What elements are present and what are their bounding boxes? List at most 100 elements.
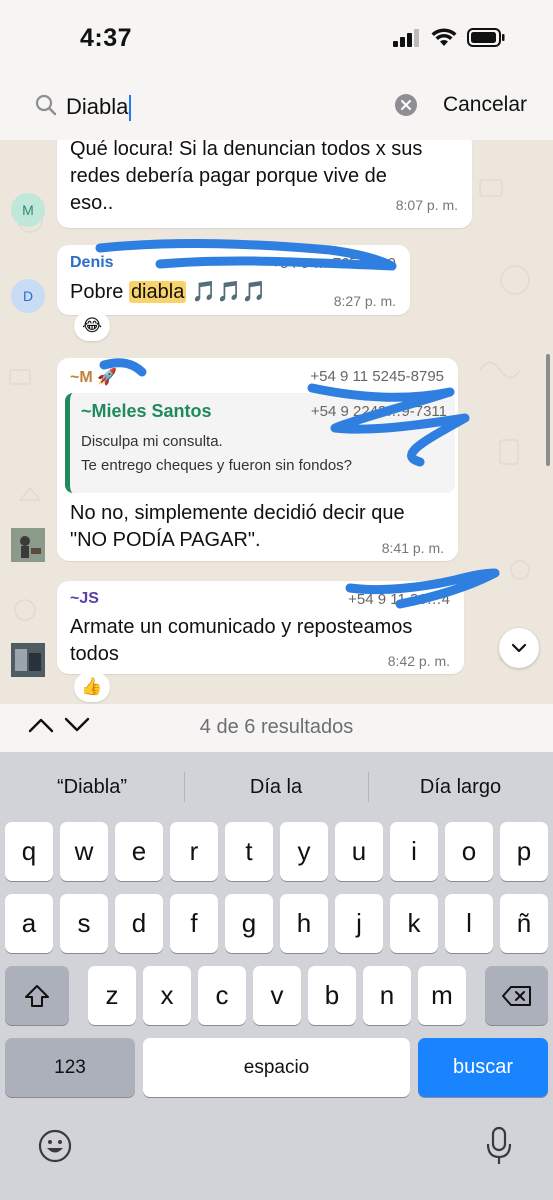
message-bubble[interactable]: Qué locura! Si la denuncian todos x sus …	[57, 140, 472, 228]
sender-name[interactable]: ~JS	[70, 590, 99, 608]
sender-name[interactable]: Denis	[70, 254, 114, 272]
shift-icon	[25, 984, 49, 1007]
reaction-badge[interactable]: 😂	[74, 311, 110, 341]
key-a[interactable]: a	[5, 894, 53, 953]
key-i[interactable]: i	[390, 822, 438, 881]
message-text-end: 🎵🎵🎵	[186, 281, 267, 303]
key-n[interactable]: n	[363, 966, 411, 1025]
search-match-highlight: diabla	[128, 281, 187, 303]
clear-search-button[interactable]	[395, 94, 417, 116]
key-h[interactable]: h	[280, 894, 328, 953]
profile-photo	[11, 528, 45, 562]
scroll-to-bottom-button[interactable]	[499, 628, 539, 668]
message-time: 8:07 p. m.	[395, 197, 458, 213]
message-line: Qué locura! Si la denuncian todos x sus	[70, 140, 423, 160]
message-time: 8:42 p. m.	[387, 653, 450, 669]
space-key[interactable]: espacio	[143, 1038, 410, 1097]
message-bubble[interactable]: Denis +54 9 … 765-8629 Pobre diabla 🎵🎵🎵 …	[57, 245, 410, 315]
quoted-line: Disculpa mi consulta.	[81, 433, 223, 450]
microphone-icon[interactable]	[485, 1126, 513, 1166]
status-icons	[393, 28, 505, 47]
sender-phone: +54 9 11 5245-8795	[310, 368, 444, 385]
search-results-bar: 4 de 6 resultados	[0, 704, 553, 752]
search-query: Diabla	[66, 94, 129, 119]
avatar-photo[interactable]	[11, 643, 45, 677]
avatar-photo[interactable]	[11, 528, 45, 562]
keyboard: “Diabla” Día la Día largo q w e r t y u …	[0, 752, 553, 1200]
suggestion-bar: “Diabla” Día la Día largo	[0, 752, 553, 822]
chat-area[interactable]: M Qué locura! Si la denuncian todos x su…	[0, 140, 553, 704]
text-caret	[129, 95, 132, 122]
key-p[interactable]: p	[500, 822, 548, 881]
key-o[interactable]: o	[445, 822, 493, 881]
message-bubble[interactable]: ~JS +54 9 11 36…4 Armate un comunicado y…	[57, 581, 464, 674]
sender-label: ~M	[70, 369, 93, 386]
message-time: 8:27 p. m.	[333, 293, 396, 309]
key-g[interactable]: g	[225, 894, 273, 953]
sender-name[interactable]: ~M 🚀	[70, 367, 117, 387]
shift-key[interactable]	[5, 966, 69, 1025]
quoted-line: Te entrego cheques y fueron sin fondos?	[81, 457, 353, 474]
key-j[interactable]: j	[335, 894, 383, 953]
sender-emoji: 🚀	[97, 369, 118, 386]
avatar-m[interactable]: M	[11, 193, 45, 227]
sender-phone: +54 9 11 36…4	[348, 591, 450, 608]
profile-photo	[11, 643, 45, 677]
search-icon	[35, 94, 57, 116]
message-line: No no, simplemente decidió decir que	[70, 502, 405, 524]
key-l[interactable]: l	[445, 894, 493, 953]
message-line: redes debería pagar porque vive de	[70, 165, 387, 187]
numbers-key[interactable]: 123	[5, 1038, 135, 1097]
suggestion-item[interactable]: Día la	[184, 776, 368, 799]
message-time: 8:41 p. m.	[381, 540, 444, 556]
suggestion-item[interactable]: Día largo	[368, 776, 553, 799]
message-line: eso..	[70, 192, 114, 214]
key-w[interactable]: w	[60, 822, 108, 881]
quoted-message[interactable]: ~Mieles Santos +54 9 2243…9-7311 Disculp…	[65, 393, 455, 493]
message-line: Armate un comunicado y reposteamos	[70, 616, 413, 638]
delete-key[interactable]	[485, 966, 548, 1025]
results-count: 4 de 6 resultados	[199, 716, 354, 738]
key-y[interactable]: y	[280, 822, 328, 881]
message-line: todos	[70, 643, 119, 665]
key-v[interactable]: v	[253, 966, 301, 1025]
clear-icon	[401, 100, 411, 110]
key-e[interactable]: e	[115, 822, 163, 881]
key-enye[interactable]: ñ	[500, 894, 548, 953]
key-z[interactable]: z	[88, 966, 136, 1025]
sender-phone: +54 9 … 765-8629	[271, 255, 396, 272]
key-b[interactable]: b	[308, 966, 356, 1025]
key-m[interactable]: m	[418, 966, 466, 1025]
key-c[interactable]: c	[198, 966, 246, 1025]
battery-icon	[467, 28, 505, 47]
backspace-icon	[501, 985, 531, 1006]
message-line: "NO PODÍA PAGAR".	[70, 529, 261, 551]
status-time: 4:37	[80, 24, 133, 52]
key-k[interactable]: k	[390, 894, 438, 953]
wifi-icon	[431, 28, 457, 46]
cancel-button[interactable]: Cancelar	[443, 93, 527, 117]
key-d[interactable]: d	[115, 894, 163, 953]
key-u[interactable]: u	[335, 822, 383, 881]
search-input[interactable]: Diabla	[66, 92, 132, 122]
reaction-badge[interactable]: 👍	[74, 672, 110, 702]
suggestion-item[interactable]: “Diabla”	[0, 776, 184, 799]
emoji-icon[interactable]	[37, 1128, 73, 1164]
key-q[interactable]: q	[5, 822, 53, 881]
status-bar: 4:37	[0, 0, 553, 78]
quoted-sender: ~Mieles Santos	[81, 401, 212, 421]
message-bubble[interactable]: ~M 🚀 +54 9 11 5245-8795 ~Mieles Santos +…	[57, 358, 458, 561]
avatar-letter: D	[22, 288, 34, 304]
key-r[interactable]: r	[170, 822, 218, 881]
avatar-letter: M	[22, 202, 34, 218]
search-header: Diabla Cancelar	[0, 78, 553, 140]
search-key[interactable]: buscar	[418, 1038, 548, 1097]
key-x[interactable]: x	[143, 966, 191, 1025]
key-s[interactable]: s	[60, 894, 108, 953]
key-f[interactable]: f	[170, 894, 218, 953]
cellular-signal-icon	[393, 28, 419, 47]
key-t[interactable]: t	[225, 822, 273, 881]
avatar-d[interactable]: D	[11, 279, 45, 313]
scroll-indicator[interactable]	[546, 354, 550, 466]
message-text: Pobre	[70, 281, 129, 303]
